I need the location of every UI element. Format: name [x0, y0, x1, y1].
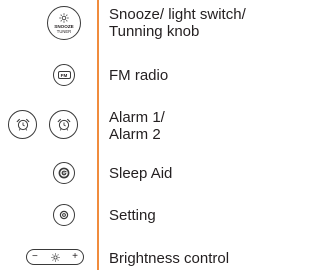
label-sleep-aid-line-1: Sleep Aid	[109, 165, 173, 182]
brightness-slider-icon: − +	[26, 249, 84, 265]
label-alarm: Alarm 1/ Alarm 2	[109, 109, 165, 143]
label-setting-line-1: Setting	[109, 207, 156, 224]
settings-icon	[59, 210, 69, 220]
tuner-knob-text: TUNER	[56, 28, 72, 34]
alarm-2-button	[49, 110, 78, 139]
label-snooze: Snooze/ light switch/ Tunning knob	[109, 6, 246, 40]
label-snooze-line-2: Tunning knob	[109, 23, 200, 40]
sun-icon	[59, 12, 69, 23]
button-legend: SNOOZE TUNER Snooze/ light switch/ Tunni…	[0, 0, 262, 270]
label-brightness-line-1: Brightness control	[109, 250, 230, 267]
label-fm-radio: FM radio	[109, 67, 168, 84]
alarm-clock-icon	[16, 118, 29, 131]
alarm-clock-icon	[57, 118, 70, 131]
plus-icon: +	[72, 251, 78, 262]
setting-button	[53, 204, 75, 226]
minus-icon: −	[32, 251, 38, 262]
label-fm-radio-line-1: FM radio	[109, 67, 169, 84]
sun-icon	[51, 252, 60, 262]
sleep-aid-icon	[58, 167, 70, 179]
label-setting: Setting	[109, 207, 156, 224]
fm-icon-text: FM	[60, 72, 68, 78]
fm-icon: FM	[57, 71, 71, 79]
label-alarm-line-2: Alarm 2	[109, 126, 161, 143]
label-snooze-line-1: Snooze/ light switch/	[109, 6, 246, 23]
label-brightness-control: Brightness control	[109, 250, 229, 267]
snooze-knob: SNOOZE TUNER	[47, 6, 81, 40]
alarm-1-button	[8, 110, 37, 139]
label-alarm-line-1: Alarm 1/	[109, 109, 165, 126]
label-sleep-aid: Sleep Aid	[109, 165, 172, 182]
fm-button: FM	[53, 64, 75, 86]
divider-line	[97, 0, 99, 270]
sleep-aid-button	[53, 162, 75, 184]
